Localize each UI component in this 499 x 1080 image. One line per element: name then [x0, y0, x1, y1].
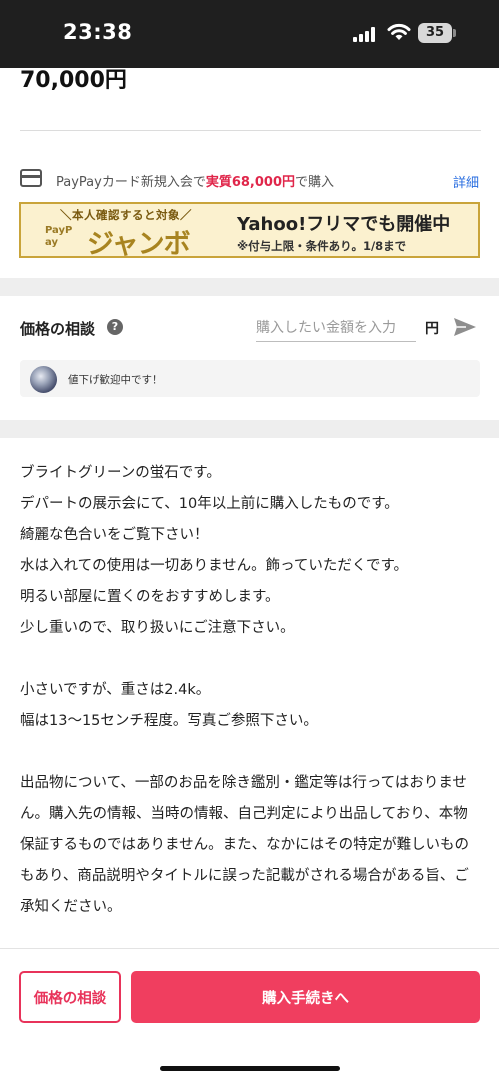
detail-link[interactable]: 詳細	[453, 172, 479, 191]
negotiation-message: 値下げ歓迎中です！	[68, 374, 163, 386]
offer-price-input[interactable]	[256, 314, 416, 342]
negotiation-title: 価格の相談	[20, 320, 96, 338]
wifi-icon	[387, 23, 411, 40]
description-line: 幅は13〜15センチ程度。写真ご参照下さい。	[20, 713, 318, 729]
paypay-card-promo: PayPayカード新規入会で実質68,000円で購入 詳細	[20, 168, 481, 192]
home-indicator	[160, 1066, 340, 1071]
description-line: ​	[20, 644, 482, 675]
bottom-action-bar: 価格の相談 購入手続きへ	[0, 954, 499, 1080]
negotiation-message-box: 値下げ歓迎中です！	[20, 360, 480, 397]
description-paragraph: 出品物について、一部のお品を除き鑑別・鑑定等は行ってはおりません。購入先の情報、…	[20, 775, 470, 915]
buy-button[interactable]: 購入手続きへ	[131, 971, 480, 1023]
battery-cap	[453, 29, 456, 37]
avatar	[30, 366, 57, 393]
paypay-card-highlight: 実質68,000円	[205, 175, 296, 190]
banner-right: Yahoo!フリマでも開催中 ※付与上限・条件あり。1/8まで	[237, 210, 472, 254]
currency-label: 円	[425, 321, 439, 337]
divider	[20, 130, 481, 131]
description-line: 水は入れての使用は一切ありません。飾っていただくです。	[20, 558, 409, 574]
jumbo-logo-text: ジャンボ	[87, 229, 191, 260]
negotiate-button[interactable]: 価格の相談	[19, 971, 121, 1023]
banner-logo: PayPay ジャンボ	[31, 224, 221, 260]
description-line: 綺麗な色合いをご覧下さい！	[20, 527, 209, 543]
section-separator	[0, 278, 499, 296]
banner-left: ＼本人確認すると対象／ PayPay ジャンボ	[31, 207, 221, 260]
paypay-card-suffix: で購入	[295, 175, 335, 190]
battery-icon: 35	[418, 23, 452, 43]
credit-card-icon	[20, 169, 42, 187]
send-icon[interactable]	[452, 315, 478, 339]
paypay-card-prefix: PayPayカード新規入会で	[56, 175, 206, 190]
description-line: 少し重いので、取り扱いにご注意下さい。	[20, 620, 295, 636]
paypay-jumbo-banner[interactable]: ＼本人確認すると対象／ PayPay ジャンボ Yahoo!フリマでも開催中 ※…	[19, 202, 480, 260]
description-line: 小さいですが、重さは2.4k。	[20, 682, 211, 698]
description-line: ブライトグリーンの蛍石です。	[20, 465, 221, 481]
status-bar: 23:38 35	[0, 0, 499, 68]
description-line: 明るい部屋に置くのをおすすめします。	[20, 589, 280, 605]
help-icon[interactable]: ?	[107, 319, 123, 335]
item-description: ブライトグリーンの蛍石です。 デパートの展示会にて、10年以上前に購入したもので…	[20, 458, 482, 923]
banner-title: Yahoo!フリマでも開催中	[237, 214, 451, 235]
cellular-signal-icon	[353, 26, 379, 42]
banner-condition: ＼本人確認すると対象／	[60, 208, 192, 222]
description-line: デパートの展示会にて、10年以上前に購入したものです。	[20, 496, 399, 512]
description-line: ​	[20, 737, 482, 768]
item-price: 70,000円	[20, 68, 127, 93]
bottom-bar-border	[0, 948, 499, 949]
paypay-logo: PayPay	[45, 225, 73, 248]
section-separator	[0, 420, 499, 438]
banner-note: ※付与上限・条件あり。1/8まで	[237, 239, 407, 253]
paypay-card-text: PayPayカード新規入会で実質68,000円で購入	[56, 171, 334, 190]
status-time: 23:38	[63, 20, 133, 44]
